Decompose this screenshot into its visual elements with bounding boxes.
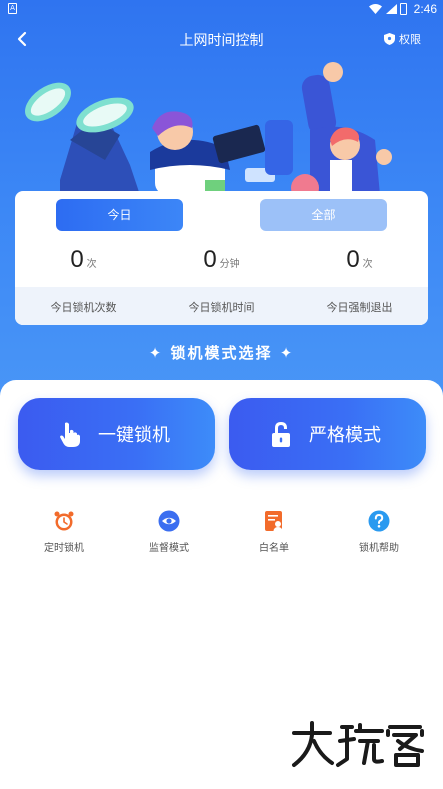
lock-icon xyxy=(272,422,290,447)
wifi-icon xyxy=(369,4,382,14)
eye-icon xyxy=(158,510,180,532)
stat-label: 今日强制退出 xyxy=(326,301,393,314)
one-key-lock-button[interactable]: 一键锁机 xyxy=(18,398,215,470)
battery-icon xyxy=(400,3,407,15)
tab-today[interactable]: 今日 xyxy=(56,199,183,231)
stat-value: 0 xyxy=(203,246,217,273)
sim-icon: A xyxy=(8,3,17,14)
permissions-label: 权限 xyxy=(399,33,421,46)
pointing-hand-icon xyxy=(60,422,80,447)
whitelist-icon xyxy=(265,511,283,531)
one-key-lock-label: 一键锁机 xyxy=(98,425,170,446)
stat-value: 0 xyxy=(346,246,360,273)
strict-mode-button[interactable]: 严格模式 xyxy=(229,398,426,470)
stat-labels-bar: 今日锁机次数 今日锁机时间 今日强制退出 xyxy=(15,287,428,325)
tool-whitelist[interactable]: 白名单 xyxy=(219,510,329,554)
shield-icon xyxy=(384,33,395,45)
tool-scheduled-lock[interactable]: 定时锁机 xyxy=(9,510,119,554)
tool-label: 定时锁机 xyxy=(44,543,84,554)
stat-label: 今日锁机时间 xyxy=(188,301,255,314)
clock: 2:46 xyxy=(413,2,437,16)
stat-lock-count: 0次 xyxy=(15,246,152,274)
help-icon xyxy=(368,510,390,532)
page-title: 上网时间控制 xyxy=(179,33,264,49)
tab-all[interactable]: 全部 xyxy=(260,199,387,231)
tool-label: 监督模式 xyxy=(149,543,189,554)
watermark-logo xyxy=(292,721,424,767)
stat-label: 今日锁机次数 xyxy=(50,301,117,314)
tool-supervision-mode[interactable]: 监督模式 xyxy=(114,510,224,554)
permissions-button[interactable]: 权限 xyxy=(384,31,421,47)
signal-icon xyxy=(386,4,397,14)
hero-banner: A 2:46 上网时间控制 权限 今日 全部 0 次 0 分钟 0 次 今日锁机… xyxy=(0,0,443,420)
stat-value: 0 xyxy=(70,246,84,273)
strict-mode-label: 严格模式 xyxy=(309,425,381,446)
status-bar: A 2:46 xyxy=(0,0,443,18)
kids-illustration xyxy=(25,62,392,195)
stat-unit: 次 xyxy=(86,259,97,270)
main-content: 一键锁机 严格模式 定时锁机 监督模式 白名单 锁机帮助 xyxy=(0,380,443,789)
alarm-clock-icon xyxy=(54,511,74,531)
tool-label: 白名单 xyxy=(259,543,289,554)
stat-unit: 次 xyxy=(362,259,373,270)
stat-force-exit: 0次 xyxy=(291,246,428,274)
section-title: ✦ 锁机模式选择 ✦ xyxy=(148,344,295,362)
stat-lock-time: 0 分钟 xyxy=(153,246,290,274)
tool-label: 锁机帮助 xyxy=(359,543,399,554)
tool-lock-help[interactable]: 锁机帮助 xyxy=(324,510,434,554)
stats-card: 今日 全部 0次 0 分钟 0次 今日锁机次数 今日锁机时间 今日强制退出 xyxy=(15,191,428,325)
stat-unit: 分钟 xyxy=(219,259,240,270)
